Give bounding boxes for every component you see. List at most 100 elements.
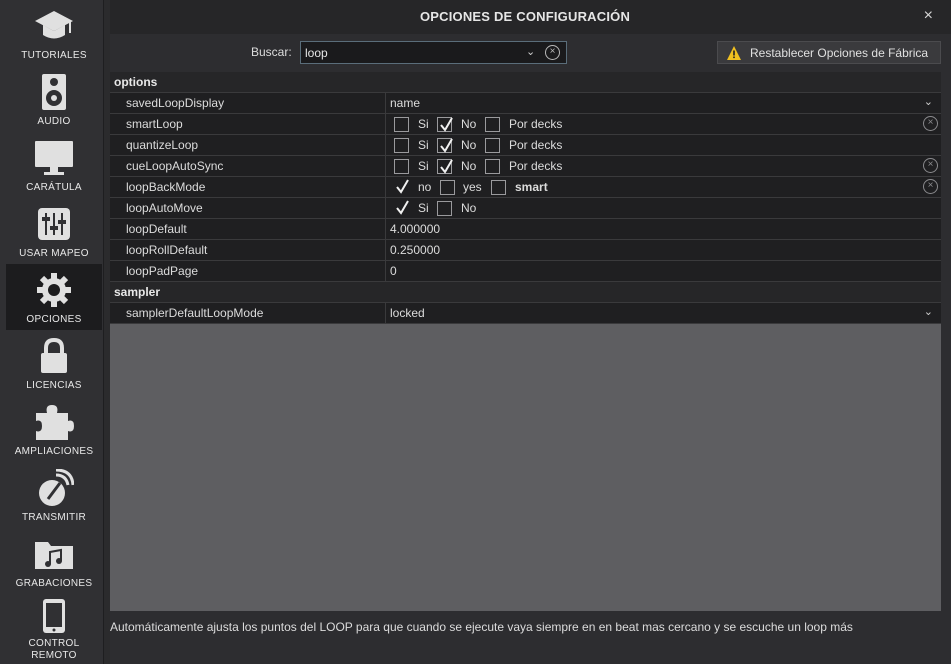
table-row[interactable]: loopAutoMove Si No xyxy=(110,198,941,219)
table-row[interactable]: cueLoopAutoSync Si No Por decks × xyxy=(110,156,941,177)
checkbox-por-decks[interactable] xyxy=(485,138,500,153)
sidebar-item-label: LICENCIAS xyxy=(26,380,82,391)
checkbox-label: Por decks xyxy=(509,159,563,173)
sidebar-item-usar-mapeo[interactable]: USAR MAPEO xyxy=(6,198,102,264)
option-name: loopRollDefault xyxy=(126,243,208,257)
checkbox-yes[interactable] xyxy=(440,180,455,195)
group-header: options xyxy=(110,72,941,93)
checkbox-label: Si xyxy=(418,159,429,173)
checkbox-si[interactable] xyxy=(394,117,409,132)
checkbox-si[interactable] xyxy=(394,200,409,216)
lock-icon xyxy=(32,336,76,376)
reset-factory-button[interactable]: Restablecer Opciones de Fábrica xyxy=(717,41,941,64)
sidebar-item-tutoriales[interactable]: TUTORIALES xyxy=(6,0,102,66)
chevron-down-icon[interactable]: ⌄ xyxy=(924,305,933,318)
sidebar-item-label: CONTROL REMOTO xyxy=(28,638,80,661)
table-row[interactable]: loopDefault 4.000000 xyxy=(110,219,941,240)
checkbox-no[interactable] xyxy=(437,159,453,174)
table-row[interactable]: loopRollDefault 0.250000 xyxy=(110,240,941,261)
checkbox-no[interactable] xyxy=(394,179,409,195)
table-row[interactable]: samplerDefaultLoopMode locked ⌄ xyxy=(110,303,941,324)
checkbox-label: Por decks xyxy=(509,138,563,152)
option-name: samplerDefaultLoopMode xyxy=(126,306,264,320)
checkbox-por-decks[interactable] xyxy=(485,117,500,132)
table-row[interactable]: loopPadPage 0 xyxy=(110,261,941,282)
checkbox-label: No xyxy=(461,138,477,152)
checkbox-label: No xyxy=(461,159,477,173)
group-header: sampler xyxy=(110,282,941,303)
search-box[interactable]: ⌄ × xyxy=(300,41,567,64)
sidebar-item-label: TRANSMITIR xyxy=(21,512,87,523)
checkbox-no[interactable] xyxy=(437,138,453,153)
search-input[interactable] xyxy=(305,45,520,60)
options-panel: OPCIONES DE CONFIGURACIÓN × Buscar: ⌄ × … xyxy=(110,0,951,664)
checkbox-label: Si xyxy=(418,201,429,215)
sidebar-item-ampliaciones[interactable]: AMPLIACIONES xyxy=(6,396,102,462)
title-bar: OPCIONES DE CONFIGURACIÓN × xyxy=(110,0,951,34)
option-name: cueLoopAutoSync xyxy=(126,159,224,173)
speaker-icon xyxy=(32,72,76,112)
sidebar-item-label: AMPLIACIONES xyxy=(14,446,94,457)
phone-icon xyxy=(32,596,76,636)
checkbox-label: No xyxy=(461,117,477,131)
table-row[interactable]: loopBackMode no yes smart × xyxy=(110,177,941,198)
sidebar-item-control-remoto[interactable]: CONTROL REMOTO xyxy=(6,594,102,664)
checkbox-label: No xyxy=(461,201,477,215)
sidebar-item-opciones[interactable]: OPCIONES xyxy=(6,264,102,330)
checkbox-label: smart xyxy=(515,180,548,194)
sidebar-item-licencias[interactable]: LICENCIAS xyxy=(6,330,102,396)
table-row[interactable]: savedLoopDisplay name ⌄ xyxy=(110,93,941,114)
option-name: loopDefault xyxy=(126,222,187,236)
reset-option-icon[interactable]: × xyxy=(923,116,938,131)
option-name: loopPadPage xyxy=(126,264,199,278)
close-icon[interactable]: × xyxy=(924,7,933,25)
option-name: loopAutoMove xyxy=(126,201,203,215)
sidebar-item-transmitir[interactable]: TRANSMITIR xyxy=(6,462,102,528)
checkbox-no[interactable] xyxy=(437,117,453,132)
option-name: loopBackMode xyxy=(126,180,206,194)
chevron-down-icon[interactable]: ⌄ xyxy=(924,95,933,108)
checkbox-label: Por decks xyxy=(509,117,563,131)
sidebar-item-audio[interactable]: AUDIO xyxy=(6,66,102,132)
checkbox-no[interactable] xyxy=(437,201,452,216)
sidebar-item-grabaciones[interactable]: GRABACIONES xyxy=(6,528,102,594)
table-row[interactable]: quantizeLoop Si No Por decks xyxy=(110,135,941,156)
option-name: smartLoop xyxy=(126,117,183,131)
group-title: options xyxy=(114,75,158,89)
option-name: quantizeLoop xyxy=(126,138,199,152)
puzzle-icon xyxy=(32,402,76,442)
checkbox-label: Si xyxy=(418,138,429,152)
sidebar-item-label: USAR MAPEO xyxy=(19,248,89,259)
sidebar-item-label: TUTORIALES xyxy=(21,50,87,61)
sidebar-item-label: GRABACIONES xyxy=(15,578,93,589)
sidebar-item-label: AUDIO xyxy=(37,116,71,127)
clear-search-icon[interactable]: × xyxy=(545,45,560,60)
reset-button-label: Restablecer Opciones de Fábrica xyxy=(750,45,929,60)
option-value[interactable]: name xyxy=(390,96,420,110)
sidebar-item-caratula[interactable]: CARÁTULA xyxy=(6,132,102,198)
chevron-down-icon[interactable]: ⌄ xyxy=(526,45,535,58)
gear-icon xyxy=(32,270,76,310)
warning-icon xyxy=(727,45,741,60)
graduation-cap-icon xyxy=(32,6,76,46)
mixer-sliders-icon xyxy=(32,204,76,244)
reset-option-icon[interactable]: × xyxy=(923,158,938,173)
option-value[interactable]: 4.000000 xyxy=(390,222,440,236)
option-value[interactable]: 0 xyxy=(390,264,397,278)
help-text: Automáticamente ajusta los puntos del LO… xyxy=(110,620,853,634)
checkbox-si[interactable] xyxy=(394,159,409,174)
sidebar-item-label: OPCIONES xyxy=(26,314,82,325)
checkbox-por-decks[interactable] xyxy=(485,159,500,174)
checkbox-si[interactable] xyxy=(394,138,409,153)
checkbox-smart[interactable] xyxy=(491,180,506,195)
page-title: OPCIONES DE CONFIGURACIÓN xyxy=(419,9,631,24)
option-value[interactable]: locked xyxy=(390,306,425,320)
option-value[interactable]: 0.250000 xyxy=(390,243,440,257)
sidebar-item-label: CARÁTULA xyxy=(26,182,82,193)
checkbox-label: no xyxy=(418,180,432,194)
reset-option-icon[interactable]: × xyxy=(923,179,938,194)
options-table: options savedLoopDisplay name ⌄ smartLoo… xyxy=(110,72,941,611)
table-row[interactable]: smartLoop Si No Por decks × xyxy=(110,114,941,135)
sidebar: TUTORIALES AUDIO CARÁTULA USAR MAPEO OPC… xyxy=(0,0,104,664)
music-folder-icon xyxy=(32,534,76,574)
